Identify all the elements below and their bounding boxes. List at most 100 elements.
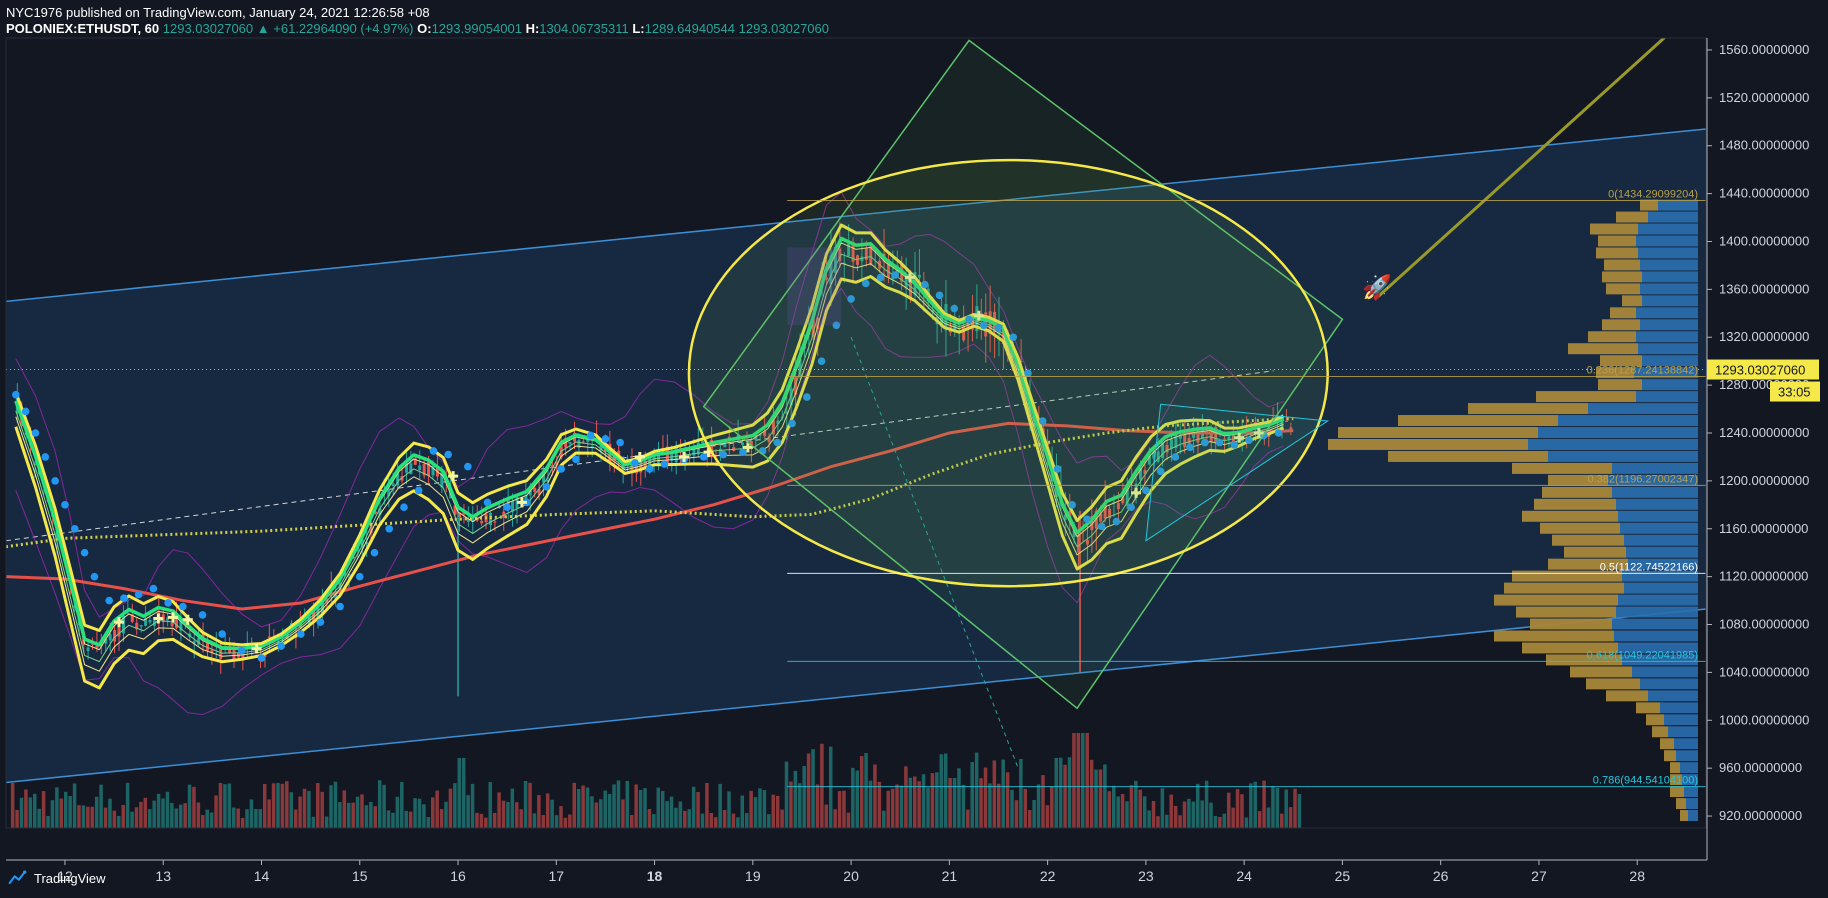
- profile-bar-gold: [1602, 271, 1642, 283]
- candle-body: [219, 648, 223, 660]
- volume-bar: [108, 798, 112, 828]
- volume-bar: [904, 766, 908, 828]
- x-tick-label: 18: [647, 868, 663, 884]
- volume-bar: [320, 791, 324, 828]
- fib-level-label: 0.5(1122.74522166): [1600, 561, 1698, 573]
- volume-bar: [793, 770, 798, 828]
- volume-bar: [612, 784, 616, 828]
- sar-dot: [257, 654, 266, 662]
- volume-bar: [501, 800, 506, 828]
- volume-bar: [470, 783, 475, 828]
- volume-bar: [687, 809, 691, 828]
- profile-bar-gold: [1552, 534, 1624, 546]
- volume-bar: [775, 795, 780, 828]
- sar-dot: [149, 584, 158, 593]
- volume-bar: [541, 815, 546, 828]
- profile-bar-gold: [1664, 750, 1676, 762]
- candle-body: [108, 634, 112, 641]
- profile-bar-blue: [1618, 594, 1698, 606]
- sar-dot: [557, 465, 566, 473]
- volume-bar: [324, 816, 329, 828]
- volume-bar: [811, 749, 815, 828]
- volume-bar: [307, 790, 311, 828]
- volume-bar: [1147, 810, 1151, 828]
- volume-bar: [581, 785, 585, 828]
- volume-bar: [1160, 788, 1165, 828]
- volume-bar: [842, 790, 846, 828]
- volume-bar: [72, 783, 77, 828]
- volume-bar: [1058, 757, 1063, 828]
- volume-bar: [1235, 789, 1240, 828]
- fib-level-label: 0(1434.29099204): [1608, 188, 1698, 200]
- profile-bar-blue: [1632, 666, 1698, 678]
- profile-bar-blue: [1636, 331, 1698, 343]
- volume-bar: [873, 764, 877, 828]
- volume-bar: [338, 802, 342, 828]
- price-chart[interactable]: 🚀 0(1434.29099204) 0.236(1287.24138842) 0.3…: [0, 0, 1828, 898]
- volume-bar: [99, 784, 103, 828]
- volume-bar: [912, 776, 917, 828]
- y-tick-label: 1360.00000000: [1719, 281, 1809, 296]
- sar-dot: [61, 501, 69, 509]
- x-tick-label: 24: [1236, 868, 1252, 884]
- sar-dot: [41, 453, 50, 461]
- volume-bar: [1041, 775, 1045, 828]
- profile-bar-gold: [1670, 762, 1680, 774]
- volume-bar: [603, 790, 607, 828]
- volume-bar: [289, 792, 293, 828]
- volume-bar: [404, 810, 408, 828]
- volume-bar: [1134, 780, 1138, 828]
- volume-bar: [1023, 788, 1028, 828]
- sar-dot: [699, 453, 708, 461]
- volume-bar: [293, 809, 298, 828]
- volume-bar: [519, 809, 523, 828]
- volume-bar: [669, 796, 674, 828]
- candle-body: [568, 441, 572, 444]
- volume-bar: [1014, 800, 1019, 828]
- x-tick-label: 28: [1629, 868, 1645, 884]
- volume-bar: [1085, 733, 1089, 828]
- volume-bar: [382, 784, 386, 828]
- profile-bar-gold: [1570, 666, 1632, 678]
- volume-bar: [859, 756, 864, 828]
- volume-bar: [170, 802, 174, 828]
- volume-bar: [961, 784, 966, 828]
- y-tick-label: 1480.00000000: [1719, 138, 1809, 153]
- volume-bar: [444, 801, 448, 828]
- volume-bar: [1032, 800, 1036, 828]
- volume-bar: [77, 805, 81, 828]
- volume-bar: [41, 791, 46, 828]
- volume-bar: [156, 793, 161, 828]
- x-tick-label: 17: [548, 868, 564, 884]
- volume-bar: [1081, 733, 1085, 828]
- volume-bar: [882, 810, 886, 828]
- volume-bar: [262, 784, 267, 828]
- x-tick-label: 26: [1433, 868, 1449, 884]
- profile-bar-gold: [1590, 223, 1638, 235]
- volume-bar: [161, 798, 165, 828]
- volume-bar: [431, 797, 435, 828]
- sar-dot: [586, 431, 595, 440]
- profile-bar-blue: [1616, 606, 1698, 618]
- volume-bar: [1045, 805, 1050, 828]
- sar-dot: [355, 572, 364, 581]
- volume-bar: [594, 802, 599, 828]
- volume-bar: [758, 788, 762, 828]
- volume-bar: [731, 813, 736, 828]
- volume-bar: [988, 783, 992, 828]
- volume-bar: [691, 786, 696, 828]
- sar-dot: [179, 602, 187, 611]
- volume-bar: [877, 781, 882, 828]
- volume-bar: [285, 781, 289, 828]
- volume-bar: [46, 815, 50, 828]
- candle-body: [391, 483, 395, 486]
- volume-bar: [174, 808, 179, 828]
- y-tick-label: 1080.00000000: [1719, 617, 1809, 632]
- volume-bar: [103, 807, 108, 828]
- y-tick-label: 1320.00000000: [1719, 329, 1809, 344]
- volume-bar: [1271, 786, 1275, 828]
- volume-bar: [506, 801, 510, 828]
- volume-bar: [1222, 813, 1227, 828]
- profile-bar-blue: [1674, 738, 1698, 750]
- volume-bar: [943, 753, 948, 828]
